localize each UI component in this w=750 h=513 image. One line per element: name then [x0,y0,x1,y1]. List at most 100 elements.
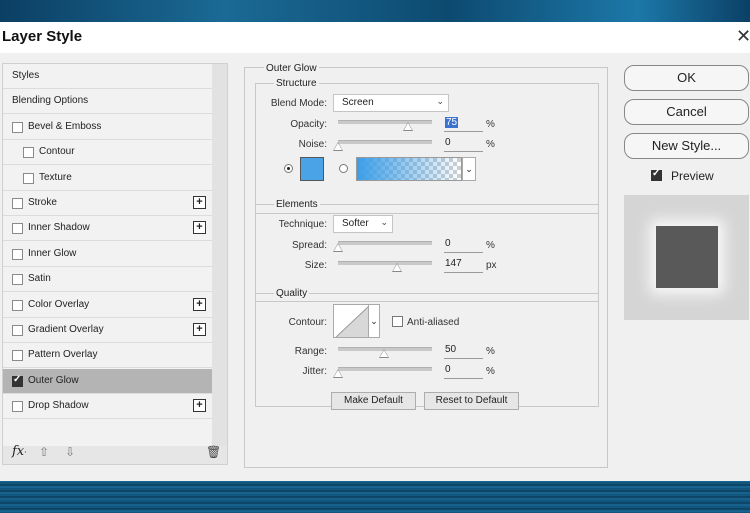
noise-label: Noise: [298,139,327,150]
outer-glow-title: Outer Glow [264,63,319,74]
style-item-drop-shadow[interactable]: Drop Shadow + [3,394,212,420]
title-bar: Layer Style ✕ [0,22,750,53]
style-item-bevel-emboss[interactable]: Bevel & Emboss [3,115,212,140]
style-item-checkbox[interactable] [12,223,23,235]
spread-label: Spread: [291,240,327,251]
spread-slider-thumb[interactable] [333,243,343,252]
plus-icon[interactable]: + [193,399,206,413]
plus-icon[interactable]: + [193,297,206,311]
reset-to-default-button[interactable]: Reset to Default [424,392,519,410]
structure-title: Structure [274,78,319,89]
style-item-checkbox[interactable] [12,325,23,336]
quality-title: Quality [274,288,310,299]
style-list-footer: fx· ⇧ ⇩ 🗑 [3,444,227,464]
new-style-button[interactable]: New Style... [624,133,749,159]
plus-icon[interactable]: + [193,323,206,336]
style-item-label: Contour [39,146,75,158]
range-input[interactable]: 50 [444,344,483,359]
jitter-slider-thumb[interactable] [333,369,343,378]
technique-select[interactable]: Softer ⌄ [333,215,393,233]
gradient-radio[interactable] [339,164,348,173]
opacity-slider-track[interactable] [338,120,432,124]
style-item-checkbox[interactable] [12,274,23,286]
glow-color-swatch[interactable] [300,157,324,181]
plus-icon[interactable]: + [193,221,206,235]
style-item-gradient-overlay[interactable]: Gradient Overlay + [3,318,212,343]
style-item-checkbox[interactable] [12,374,23,387]
style-item-styles[interactable]: Styles [3,64,212,89]
chevron-down-icon[interactable]: ⌄ [369,304,380,338]
blend-mode-select[interactable]: Screen ⌄ [333,94,449,112]
style-item-checkbox[interactable] [12,350,23,362]
jitter-input[interactable]: 0 [444,364,483,379]
style-preview [624,195,749,320]
ok-button[interactable]: OK [624,65,749,91]
style-item-stroke[interactable]: Stroke + [3,191,212,216]
elements-title: Elements [274,199,320,210]
style-item-checkbox[interactable] [12,198,23,209]
style-item-label: Styles [12,70,40,81]
style-item-checkbox[interactable] [12,121,23,133]
plus-icon[interactable]: + [193,196,206,209]
style-item-outer-glow[interactable]: Outer Glow [3,368,212,394]
style-item-blending-options[interactable]: Blending Options [3,89,212,115]
style-item-label: Bevel & Emboss [28,120,102,132]
spread-unit: % [486,240,495,251]
size-input[interactable]: 147 [444,258,483,273]
chevron-down-icon: ⌄ [380,217,388,227]
style-item-label: Pattern Overlay [28,349,98,361]
style-item-label: Stroke [28,197,57,208]
noise-input[interactable]: 0 [444,137,483,152]
preview-checkbox[interactable] [651,168,662,181]
solid-color-radio[interactable] [284,164,293,173]
anti-aliased-checkbox[interactable] [392,316,403,327]
make-default-button[interactable]: Make Default [331,392,416,410]
style-item-label: Inner Glow [28,247,77,259]
range-slider-thumb[interactable] [379,349,389,358]
opacity-input[interactable]: 75 [444,117,483,132]
style-item-texture[interactable]: Texture [3,166,212,191]
chevron-down-icon[interactable]: ⌄ [462,157,476,181]
size-slider-track[interactable] [338,261,432,265]
preview-label: Preview [671,169,714,183]
style-item-label: Texture [39,171,72,183]
style-item-checkbox[interactable] [23,147,34,159]
jitter-slider-track[interactable] [338,367,432,371]
style-item-checkbox[interactable] [12,401,23,413]
spread-slider-track[interactable] [338,241,432,245]
style-list-scrollbar[interactable] [212,64,227,446]
style-item-label: Gradient Overlay [28,324,104,335]
style-item-pattern-overlay[interactable]: Pattern Overlay [3,343,212,369]
fx-menu-button[interactable]: fx· [12,444,27,459]
size-label: Size: [304,260,327,271]
opacity-slider-thumb[interactable] [403,122,413,131]
move-down-icon[interactable]: ⇩ [65,445,75,459]
noise-slider-thumb[interactable] [333,142,343,151]
style-item-label: Satin [28,273,51,285]
style-item-checkbox[interactable] [12,248,23,260]
size-unit: px [486,260,497,271]
trash-icon[interactable]: 🗑 [206,445,221,459]
opacity-label: Opacity: [290,119,327,130]
cancel-button[interactable]: Cancel [624,99,749,125]
close-icon[interactable]: ✕ [736,26,750,47]
style-item-inner-glow[interactable]: Inner Glow [3,242,212,267]
noise-slider-track[interactable] [338,140,432,144]
style-item-inner-shadow[interactable]: Inner Shadow + [3,216,212,242]
blend-mode-label: Blend Mode: [270,98,327,109]
style-item-satin[interactable]: Satin [3,267,212,293]
style-item-checkbox[interactable] [12,299,23,311]
layer-style-dialog: Layer Style ✕ Styles Blending Options Beve… [0,22,750,481]
spread-input[interactable]: 0 [444,238,483,253]
range-label: Range: [294,346,327,357]
contour-picker[interactable] [333,304,369,338]
style-item-contour[interactable]: Contour [3,140,212,166]
style-item-color-overlay[interactable]: Color Overlay + [3,293,212,318]
move-up-icon[interactable]: ⇧ [39,445,49,459]
size-slider-thumb[interactable] [392,263,402,272]
style-item-checkbox[interactable] [23,172,34,184]
glow-gradient-picker[interactable] [356,157,462,181]
style-list-panel: Styles Blending Options Bevel & Emboss Cont… [2,63,228,465]
technique-label: Technique: [278,219,327,230]
desktop-background-top [0,0,750,22]
